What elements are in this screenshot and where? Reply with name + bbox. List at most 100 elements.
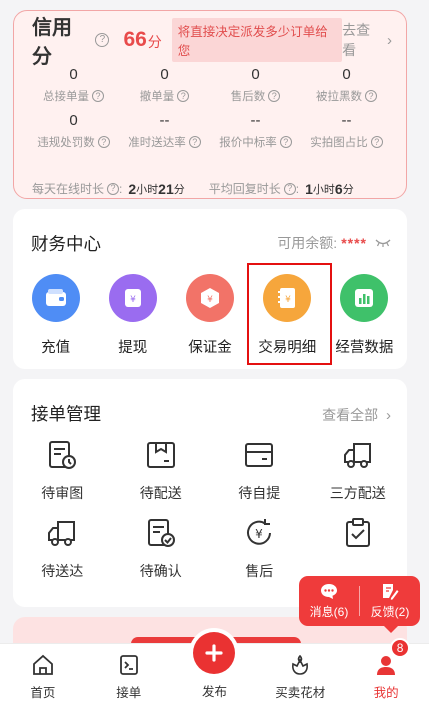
deposit-icon: ¥ — [186, 274, 234, 322]
stat-label: 售后数 — [230, 91, 266, 103]
finance-item-business-data[interactable]: 经营数据 — [326, 274, 403, 357]
order-item-pending-review[interactable]: 待审图 — [13, 439, 112, 503]
review-image-icon — [49, 441, 77, 469]
order-item-third-party[interactable]: 三方配送 — [309, 439, 408, 503]
ledger-icon: ¥ — [263, 274, 312, 322]
stat-value: 0 — [251, 66, 260, 83]
help-icon[interactable]: ? — [370, 136, 383, 148]
edit-note-icon — [383, 584, 399, 600]
tab-label: 首页 — [30, 686, 56, 700]
finance-title: 财务中心 — [31, 234, 101, 254]
order-item-label: 待配送 — [139, 485, 182, 501]
publish-button[interactable] — [193, 632, 236, 674]
stat-item: -- 报价中标率? — [210, 111, 301, 150]
tab-publish[interactable]: 发布 — [172, 632, 258, 716]
user-icon — [377, 656, 396, 675]
order-item-label: 待确认 — [139, 563, 182, 579]
online-minutes-unit: 分 — [173, 183, 185, 196]
see-all-link[interactable]: 查看全部 › — [322, 405, 391, 425]
bottom-tab-bar: 首页 接单 发布 买卖花材 8 我的 — [0, 632, 429, 716]
help-icon[interactable]: ? — [268, 90, 281, 102]
finance-item-transactions[interactable]: ¥ 交易明细 — [246, 263, 333, 365]
balance-label: 可用余额: — [277, 235, 338, 251]
credit-score-unit: 分 — [147, 34, 162, 50]
feedback-label: 反馈(2) — [370, 605, 410, 619]
order-item-after-sales[interactable]: ¥ 售后 — [210, 517, 309, 581]
chat-bubble-icon — [321, 583, 337, 599]
finance-item-label: 保证金 — [188, 340, 232, 356]
balance-value: **** — [341, 235, 367, 251]
finance-item-label: 充值 — [41, 340, 71, 356]
chevron-right-icon: › — [386, 407, 391, 424]
box-icon — [245, 443, 274, 467]
order-item-to-deliver[interactable]: 待送达 — [13, 517, 112, 581]
balance: 可用余额: **** — [277, 233, 391, 253]
order-item-label: 待审图 — [41, 485, 84, 501]
stat-item: -- 实拍图占比? — [301, 111, 392, 150]
help-icon[interactable]: ? — [188, 136, 201, 148]
help-icon[interactable]: ? — [279, 136, 292, 148]
finance-item-withdraw[interactable]: ¥ 提现 — [94, 274, 171, 357]
flower-icon — [292, 654, 309, 675]
order-grid: 待审图 待配送 待自提 三方配送 待送达 待确认 ¥ 售后 — [13, 439, 407, 581]
stat-label: 准时送达率 — [128, 137, 186, 149]
reply-label: 平均回复时长 — [208, 182, 281, 196]
eye-closed-icon[interactable] — [375, 238, 391, 248]
floating-message-feedback: 消息(6) 反馈(2) — [299, 576, 420, 633]
reply-minutes-unit: 分 — [342, 183, 354, 196]
notification-badge: 8 — [390, 638, 411, 658]
help-icon[interactable]: ? — [97, 136, 110, 148]
order-item-to-confirm[interactable]: 待确认 — [112, 517, 211, 581]
order-item-pending-delivery[interactable]: 待配送 — [112, 439, 211, 503]
stat-value: 0 — [69, 112, 78, 129]
home-icon — [32, 654, 53, 675]
document-check-icon — [147, 519, 175, 547]
help-icon[interactable]: ? — [365, 90, 377, 102]
order-item-label: 待自提 — [238, 485, 281, 501]
stat-label: 撤单量 — [139, 91, 175, 103]
stat-label: 被拉黑数 — [316, 91, 362, 103]
tab-home[interactable]: 首页 — [0, 644, 86, 716]
stat-item: 0 违规处罚数? — [28, 111, 119, 150]
see-all-label: 查看全部 — [322, 407, 379, 423]
order-item-checklist[interactable] — [309, 517, 408, 581]
chart-icon — [340, 274, 389, 322]
online-minutes: 21 — [158, 180, 174, 197]
stat-value: 0 — [69, 66, 78, 83]
wallet-icon — [31, 274, 80, 322]
help-icon[interactable]: ? — [92, 90, 104, 102]
stat-value: -- — [341, 112, 352, 129]
stat-value: 0 — [342, 66, 351, 83]
help-icon[interactable]: ? — [107, 182, 120, 195]
go-see-link[interactable]: 去查看 — [342, 20, 383, 60]
finance-actions: 充值 ¥ 提现 ¥ 保证金 ¥ 交易明细 经营数据 — [17, 263, 403, 365]
help-icon[interactable]: ? — [283, 182, 296, 195]
chevron-right-icon[interactable]: › — [387, 32, 392, 49]
reply-minutes: 6 — [334, 180, 343, 197]
stat-item: 0 售后数? — [210, 65, 301, 104]
finance-item-label: 交易明细 — [258, 340, 317, 356]
help-icon[interactable]: ? — [95, 33, 110, 47]
tab-mine[interactable]: 8 我的 — [343, 638, 429, 716]
plus-icon — [205, 644, 224, 662]
tab-orders[interactable]: 接单 — [86, 644, 172, 716]
feedback-button[interactable]: 反馈(2) — [360, 582, 420, 620]
credit-score: 66 — [123, 28, 147, 51]
finance-item-label: 提现 — [118, 340, 148, 356]
svg-text:¥: ¥ — [285, 295, 291, 305]
refund-icon: ¥ — [247, 519, 272, 545]
tab-flower-market[interactable]: 买卖花材 — [257, 644, 343, 716]
stat-item: 0 总接单量? — [28, 65, 119, 104]
messages-button[interactable]: 消息(6) — [299, 583, 359, 620]
finance-item-deposit[interactable]: ¥ 保证金 — [171, 274, 248, 357]
clipboard-check-icon — [345, 518, 370, 547]
finance-item-recharge[interactable]: 充值 — [17, 274, 94, 357]
tab-label: 接单 — [116, 686, 142, 700]
help-icon[interactable]: ? — [177, 90, 190, 102]
truck-icon — [48, 521, 76, 546]
order-item-self-pickup[interactable]: 待自提 — [210, 439, 309, 503]
finance-item-label: 经营数据 — [335, 340, 394, 356]
order-item-label: 三方配送 — [329, 485, 386, 501]
tab-label: 我的 — [373, 686, 399, 700]
credit-score-card: 信用分 ? 66 分 将直接决定派发多少订单给您 去查看 › 0 总接单量? 0 撤… — [13, 10, 407, 199]
